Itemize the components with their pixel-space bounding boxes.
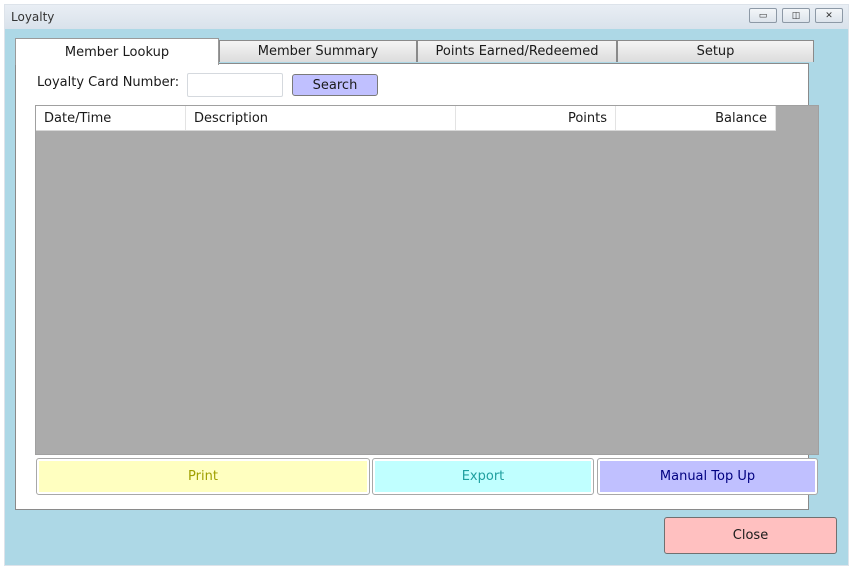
restore-icon: ◫ (791, 10, 801, 21)
column-header-date-time[interactable]: Date/Time (36, 106, 186, 130)
export-button[interactable]: Export (372, 458, 594, 495)
column-header-balance[interactable]: Balance (616, 106, 776, 130)
manual-top-up-button[interactable]: Manual Top Up (597, 458, 818, 495)
minimize-icon: ▭ (758, 10, 768, 21)
grid-header: Date/Time Description Points Balance (36, 106, 776, 131)
card-number-label: Loyalty Card Number: (37, 75, 180, 90)
tab-points-earned-redeemed[interactable]: Points Earned/Redeemed (417, 40, 617, 62)
title-bar: Loyalty ▭ ◫ ✕ (5, 5, 848, 29)
restore-button[interactable]: ◫ (782, 8, 810, 23)
search-button[interactable]: Search (292, 74, 378, 96)
minimize-button[interactable]: ▭ (749, 8, 777, 23)
member-lookup-panel: Loyalty Card Number: Search Date/Time De… (15, 63, 819, 510)
column-header-description[interactable]: Description (186, 106, 456, 130)
close-button[interactable]: Close (664, 517, 837, 554)
close-window-button[interactable]: ✕ (815, 8, 843, 23)
tab-setup[interactable]: Setup (617, 40, 814, 62)
close-icon: ✕ (825, 10, 833, 21)
loyalty-window: Loyalty ▭ ◫ ✕ Member Lookup Member Summa… (4, 4, 849, 566)
tab-bar: Member Lookup Member Summary Points Earn… (15, 38, 815, 65)
transactions-grid[interactable]: Date/Time Description Points Balance (35, 105, 819, 455)
tab-member-summary[interactable]: Member Summary (219, 40, 417, 62)
card-number-input[interactable] (187, 73, 283, 97)
window-title: Loyalty (11, 10, 55, 24)
tab-member-lookup[interactable]: Member Lookup (15, 38, 219, 65)
print-button[interactable]: Print (36, 458, 370, 495)
column-header-points[interactable]: Points (456, 106, 616, 130)
